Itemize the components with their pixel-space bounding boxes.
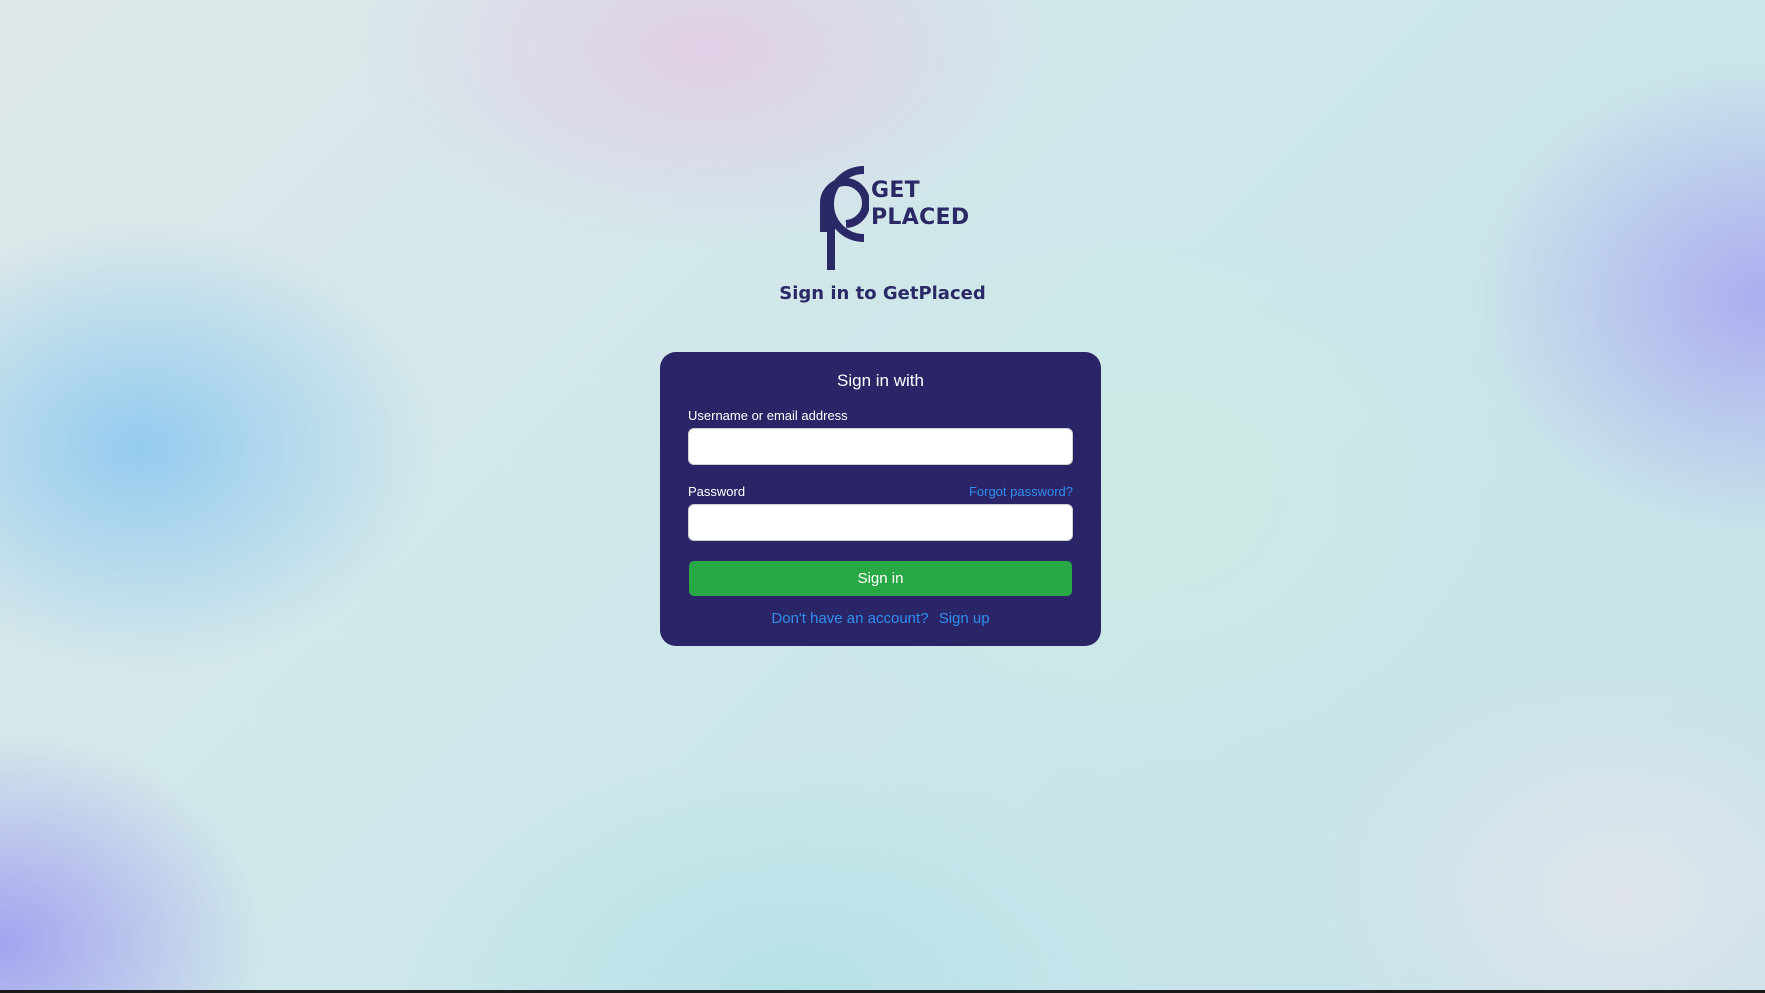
sign-in-button[interactable]: Sign in: [689, 561, 1072, 596]
password-label: Password: [688, 484, 746, 499]
forgot-password-link[interactable]: Forgot password?: [969, 484, 1073, 499]
username-label: Username or email address: [688, 408, 848, 423]
password-input[interactable]: [688, 504, 1073, 541]
signup-row: Don't have an account? Sign up: [660, 610, 1101, 627]
logo-line-get: GET: [871, 178, 920, 203]
getplaced-logo: GET PLACED: [794, 165, 969, 273]
username-input[interactable]: [688, 428, 1073, 465]
logo-wordmark: GET PLACED: [871, 177, 969, 231]
gp-logo-icon: [820, 166, 869, 270]
card-heading: Sign in with: [837, 371, 924, 390]
sign-up-link[interactable]: Sign up: [939, 610, 990, 627]
page-title: Sign in to GetPlaced: [779, 283, 986, 304]
signin-card: Sign in with Username or email address P…: [660, 352, 1101, 646]
no-account-text: Don't have an account?: [771, 610, 929, 627]
logo-line-placed: PLACED: [871, 205, 970, 230]
